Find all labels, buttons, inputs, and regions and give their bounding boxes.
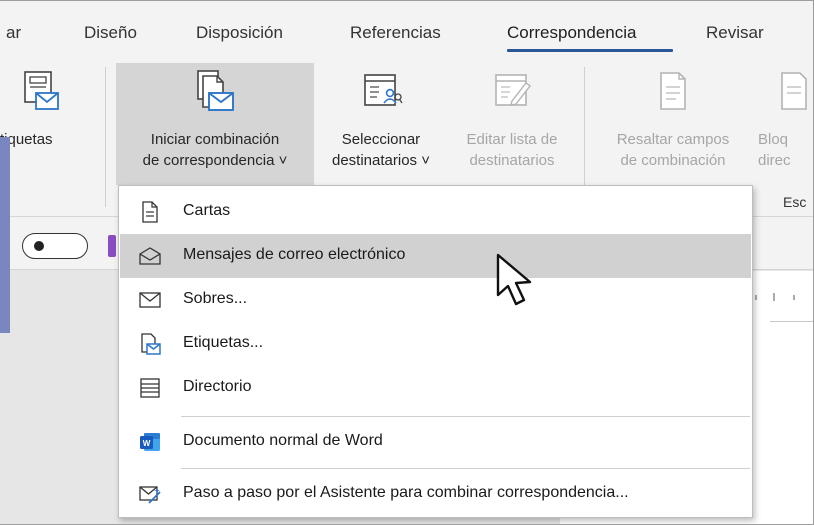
toggle-knob — [34, 241, 44, 251]
svg-text:W: W — [143, 439, 151, 448]
document-icon — [142, 201, 158, 223]
menu-item-label: Cartas — [183, 202, 231, 219]
menu-item-mensajes-correo[interactable]: Mensajes de correo electrónico — [120, 234, 751, 278]
start-mail-merge-menu: Cartas Mensajes de correo electrónico So… — [118, 185, 753, 518]
address-block-icon — [781, 72, 807, 110]
wizard-icon — [139, 486, 161, 504]
resaltar-campos-button[interactable]: Resaltar campos de combinación — [596, 69, 750, 171]
seleccionar-label-line2: destinatarios ˅ — [332, 152, 430, 169]
menu-item-label: Mensajes de correo electrónico — [183, 246, 406, 263]
bloque-label-line1: Bloq — [758, 131, 789, 148]
menu-separator — [181, 416, 750, 417]
menu-item-etiquetas[interactable]: Etiquetas... — [120, 322, 751, 366]
menu-item-directorio[interactable]: Directorio — [120, 366, 751, 410]
menu-item-label: Sobres... — [183, 290, 248, 307]
editar-label-line2: destinatarios — [469, 152, 555, 169]
edit-recipient-list-icon — [495, 74, 531, 106]
menu-item-label: Etiquetas... — [183, 334, 264, 351]
editar-lista-button[interactable]: Editar lista de destinatarios — [448, 69, 576, 171]
ribbon-group-label: Esc — [783, 194, 807, 210]
left-blue-accent — [0, 137, 10, 333]
start-mail-merge-icon — [197, 70, 234, 111]
mouse-cursor-icon — [496, 253, 532, 306]
tab-partial[interactable]: ar — [6, 23, 21, 43]
menu-item-asistente[interactable]: Paso a paso por el Asistente para combin… — [120, 472, 751, 516]
menu-item-label: Directorio — [183, 378, 252, 395]
bloque-label-line2: direc — [758, 152, 791, 169]
ribbon-tabs: ar Diseño Disposición Referencias Corres… — [0, 1, 813, 57]
word-icon: W — [140, 433, 160, 451]
tab-referencias[interactable]: Referencias — [350, 23, 441, 43]
bloque-direcciones-button[interactable]: Bloq direc — [756, 69, 813, 171]
seleccionar-destinatarios-button[interactable]: Seleccionar destinatarios ˅ — [316, 69, 446, 171]
resaltar-label-line1: Resaltar campos — [616, 131, 730, 148]
etiquetas-button[interactable]: tiquetas — [0, 69, 100, 150]
editar-label-line1: Editar lista de — [466, 131, 558, 148]
tab-revisar[interactable]: Revisar — [706, 23, 764, 43]
active-tab-indicator — [507, 49, 673, 52]
iniciar-label-line1: Iniciar combinación — [150, 131, 280, 148]
menu-item-documento-normal[interactable]: W Documento normal de Word — [120, 420, 751, 464]
menu-item-label: Paso a paso por el Asistente para combin… — [183, 484, 629, 501]
directory-icon — [140, 378, 160, 398]
envelope-icon — [139, 292, 161, 308]
highlight-fields-icon — [660, 72, 686, 110]
iniciar-combinacion-button[interactable]: Iniciar combinación de correspondencia ˅ — [116, 69, 314, 171]
tab-diseno[interactable]: Diseño — [84, 23, 137, 43]
seleccionar-label-line1: Seleccionar — [341, 131, 421, 148]
resaltar-label-line2: de combinación — [620, 152, 726, 169]
toggle-switch[interactable] — [22, 233, 88, 259]
word-window: ar Diseño Disposición Referencias Corres… — [0, 0, 814, 525]
menu-item-cartas[interactable]: Cartas — [120, 190, 751, 234]
menu-item-label: Documento normal de Word — [183, 432, 383, 449]
purple-app-edge — [108, 235, 116, 257]
tab-disposicion[interactable]: Disposición — [196, 23, 283, 43]
menu-item-sobres[interactable]: Sobres... — [120, 278, 751, 322]
etiquetas-label: tiquetas — [0, 131, 53, 148]
labels-icon — [141, 333, 161, 355]
select-recipients-icon — [364, 74, 403, 106]
menu-separator — [181, 468, 750, 469]
tab-correspondencia[interactable]: Correspondencia — [507, 23, 636, 43]
labels-icon — [24, 71, 59, 110]
envelope-open-icon — [139, 247, 161, 265]
iniciar-label-line2: de correspondencia ˅ — [142, 152, 288, 169]
document-divider — [770, 321, 813, 322]
ribbon-separator — [105, 67, 106, 207]
